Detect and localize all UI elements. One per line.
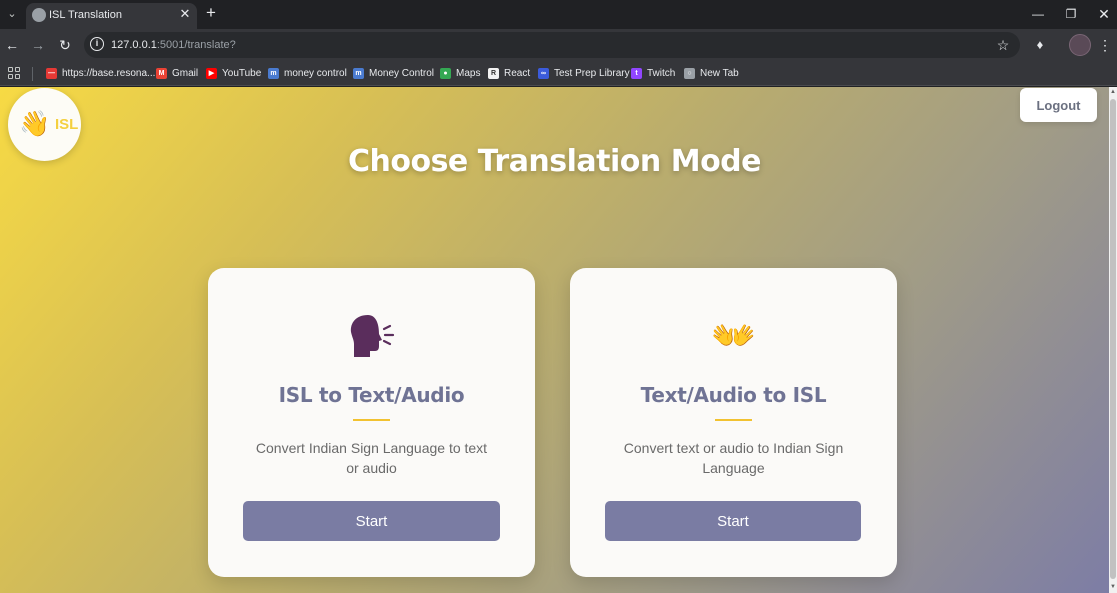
card-description: Convert Indian Sign Language to text or … [255,440,488,476]
text-to-isl-card: 👐 Text/Audio to ISL Convert text or audi… [570,268,897,577]
address-bar[interactable]: i 127.0.0.1:5001/translate? ☆ [84,32,1020,58]
tab-search-icon[interactable]: ⌄ [4,6,20,22]
bookmark-item[interactable]: t Twitch [631,65,675,82]
bookmark-item[interactable]: R React [488,65,530,82]
title-underline [353,419,390,421]
youtube-icon: ▶ [206,68,217,79]
bookmark-label: Twitch [647,68,676,79]
close-icon[interactable]: ✕ [177,6,193,22]
browser-toolbar: ← → ↻ i 127.0.0.1:5001/translate? ☆ ♦ ⋮ [0,29,1117,61]
bookmark-item[interactable]: ▶ YouTube [206,65,261,82]
moneycontrol-icon: m [353,68,364,79]
bookmark-item[interactable]: — https://base.resona... [46,65,155,82]
bookmark-label: New Tab [700,68,739,79]
back-button[interactable]: ← [3,36,21,54]
bookmark-star-icon[interactable]: ☆ [994,36,1012,54]
extensions-icon[interactable]: ♦ [1031,36,1049,54]
more-menu-icon[interactable]: ⋮ [1098,36,1112,54]
reload-button[interactable]: ↻ [56,36,74,54]
bookmark-label: React [504,68,531,79]
url-text: 127.0.0.1:5001/translate? [111,39,236,51]
tab-title: ISL Translation [49,9,122,21]
bookmark-label: Test Prep Library [554,68,630,79]
card-title: ISL to Text/Audio [278,383,465,407]
site-info-icon[interactable]: i [90,37,104,51]
waving-hand-icon: 👋 [19,110,51,138]
logo-text: ISL [55,116,79,133]
globe-icon [32,8,46,22]
bookmark-label: Gmail [172,68,199,79]
bookmark-item[interactable]: m money control [268,65,347,82]
window-close-button[interactable]: ✕ [1095,5,1113,23]
page-title: Choose Translation Mode [347,144,762,179]
text-to-isl-start-button[interactable]: Start [605,501,861,541]
forward-button[interactable]: → [29,36,47,54]
bookmark-label: Maps [456,68,481,79]
card-description: Convert text or audio to Indian Sign Lan… [623,440,844,476]
open-hands-icon: 👐 [711,315,756,356]
avatar[interactable] [1069,34,1091,56]
bookmark-label: money control [284,68,347,79]
scroll-thumb[interactable] [1110,99,1116,579]
twitch-icon: t [631,68,642,79]
bookmark-label: https://base.resona... [62,68,156,79]
isl-to-text-start-button[interactable]: Start [243,501,500,541]
bookmark-item[interactable]: ○ New Tab [684,65,739,82]
gmail-icon: M [156,68,167,79]
logout-button[interactable]: Logout [1020,88,1097,122]
resonance-icon: — [46,68,57,79]
apps-grid-icon[interactable] [8,67,21,80]
bookmark-label: YouTube [222,68,262,79]
title-underline [715,419,752,421]
scroll-up-icon[interactable]: ▲ [1110,89,1116,95]
react-icon: R [488,68,499,79]
bookmarks-bar: — https://base.resona... M Gmail ▶ YouTube m mo… [0,61,1117,86]
speaking-head-icon [208,313,535,370]
scroll-down-icon[interactable]: ▼ [1110,584,1116,590]
moneycontrol-icon: m [268,68,279,79]
page-viewport: 👋 ISL Logout Choose Translation Mode ISL… [0,87,1109,593]
browser-tab[interactable]: ISL Translation ✕ [26,3,197,29]
bookmark-item[interactable]: m Money Control [353,65,434,82]
new-tab-button[interactable]: + [203,4,219,21]
page-scrollbar[interactable]: ▲ ▼ [1109,87,1117,593]
browser-tab-strip: ⌄ ISL Translation ✕ + — ❐ ✕ [0,0,1117,29]
bookmarks-separator [32,67,33,81]
maps-icon: ● [440,68,451,79]
isl-to-text-card: ISL to Text/Audio Convert Indian Sign La… [208,268,535,577]
card-title: Text/Audio to ISL [640,383,827,407]
restore-button[interactable]: ❐ [1062,5,1080,23]
bookmark-item[interactable]: ∞ Test Prep Library [538,65,630,82]
globe-icon: ○ [684,68,695,79]
minimize-button[interactable]: — [1029,5,1047,23]
bookmark-label: Money Control [369,68,435,79]
bookmark-item[interactable]: M Gmail [156,65,198,82]
testprep-icon: ∞ [538,68,549,79]
bookmark-item[interactable]: ● Maps [440,65,480,82]
